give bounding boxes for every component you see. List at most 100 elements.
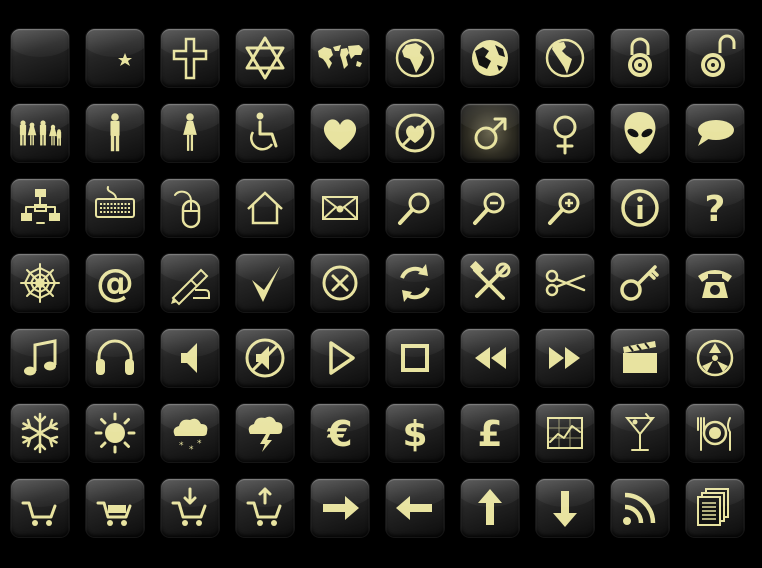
icon-tile-spider-web[interactable]: [11, 254, 69, 312]
at-glyph: @: [96, 261, 134, 305]
icon-tile-crescent-star[interactable]: [86, 29, 144, 87]
icon-tile-family[interactable]: [11, 104, 69, 162]
icon-tile-alien[interactable]: [611, 104, 669, 162]
cart-icon: [21, 501, 57, 526]
info-icon: [621, 189, 659, 227]
icon-tile-padlock-closed[interactable]: [611, 29, 669, 87]
icon-tile-cart-remove[interactable]: [236, 479, 294, 537]
network-icon: [21, 189, 60, 224]
icon-tile-female-symbol[interactable]: [536, 104, 594, 162]
icon-tile-speech-bubble[interactable]: [686, 104, 744, 162]
icon-tile-heart[interactable]: [311, 104, 369, 162]
mouse-icon: [174, 190, 201, 229]
svg-text:*: *: [179, 441, 184, 451]
refresh-icon: [400, 264, 430, 302]
icon-tile-dollar[interactable]: $: [386, 404, 444, 462]
icon-tile-tools[interactable]: [461, 254, 519, 312]
icon-tile-key[interactable]: [611, 254, 669, 312]
icon-tile-mouse[interactable]: [161, 179, 219, 237]
icon-tile-storm-cloud[interactable]: [236, 404, 294, 462]
icon-tile-snow-cloud[interactable]: * * *: [161, 404, 219, 462]
icon-tile-arrow-up[interactable]: [461, 479, 519, 537]
icon-tile-clapperboard[interactable]: [611, 329, 669, 387]
icon-tile-at-sign[interactable]: @: [86, 254, 144, 312]
icon-tile-speaker[interactable]: [161, 329, 219, 387]
icon-tile-male-symbol[interactable]: [461, 104, 519, 162]
icon-tile-sun[interactable]: [86, 404, 144, 462]
icon-tile-rewind[interactable]: [461, 329, 519, 387]
icon-tile-stop[interactable]: [386, 329, 444, 387]
icon-tile-home[interactable]: [236, 179, 294, 237]
alien-icon: [624, 112, 656, 154]
icon-tile-info[interactable]: [611, 179, 669, 237]
icon-tile-globe-africa[interactable]: [386, 29, 444, 87]
cocktail-icon: [624, 413, 656, 451]
icon-tile-cocktail[interactable]: [611, 404, 669, 462]
icon-tile-play[interactable]: [311, 329, 369, 387]
icon-tile-padlock-open[interactable]: [686, 29, 744, 87]
icon-tile-scissors[interactable]: [536, 254, 594, 312]
icon-tile-globe-americas[interactable]: [536, 29, 594, 87]
icon-tile-pound[interactable]: £: [461, 404, 519, 462]
headphones-icon: [96, 339, 134, 375]
icon-tile-envelope[interactable]: [311, 179, 369, 237]
icon-tile-rss-feed[interactable]: [611, 479, 669, 537]
blank-icon: [11, 29, 69, 87]
icon-tile-refresh[interactable]: [386, 254, 444, 312]
arrow-left-icon: [396, 496, 432, 520]
icon-tile-wheelchair[interactable]: [236, 104, 294, 162]
icon-tile-film-reel[interactable]: [686, 329, 744, 387]
fast-forward-icon: [549, 347, 580, 369]
icon-tile-cross[interactable]: [161, 29, 219, 87]
icon-tile-dining[interactable]: [686, 404, 744, 462]
icon-tile-question[interactable]: ?: [686, 179, 744, 237]
play-icon: [329, 341, 355, 375]
icon-tile-world-map[interactable]: [311, 29, 369, 87]
speech-bubble-icon: [698, 120, 734, 146]
icon-tile-arrow-right[interactable]: [311, 479, 369, 537]
zoom-out-icon: [473, 192, 505, 225]
icon-tile-headphones[interactable]: [86, 329, 144, 387]
icon-tile-music-note[interactable]: [11, 329, 69, 387]
icon-tile-cart[interactable]: [11, 479, 69, 537]
icon-tile-woman[interactable]: [161, 104, 219, 162]
padlock-open-icon: [701, 34, 736, 77]
arrow-up-icon: [478, 489, 502, 525]
cart-full-icon: [96, 501, 132, 526]
icon-tile-network[interactable]: [11, 179, 69, 237]
icon-tile-fast-forward[interactable]: [536, 329, 594, 387]
icon-tile-cart-full[interactable]: [86, 479, 144, 537]
question-icon: ?: [705, 189, 726, 230]
icon-tile-cancel-circle[interactable]: [311, 254, 369, 312]
icon-tile-blank[interactable]: [11, 29, 69, 87]
icon-tile-line-chart[interactable]: [536, 404, 594, 462]
icon-tile-snowflake[interactable]: [11, 404, 69, 462]
icon-tile-arrow-left[interactable]: [386, 479, 444, 537]
question-glyph: ?: [705, 189, 726, 230]
icon-tile-euro[interactable]: €: [311, 404, 369, 462]
film-reel-icon: [696, 339, 734, 377]
icon-tile-cart-add[interactable]: [161, 479, 219, 537]
icon-tile-globe-asia[interactable]: [461, 29, 519, 87]
line-chart-icon: [547, 417, 583, 449]
icon-tile-keyboard[interactable]: [86, 179, 144, 237]
icon-tile-arrow-down[interactable]: [536, 479, 594, 537]
icon-tile-pen-hand[interactable]: [161, 254, 219, 312]
male-symbol-icon: [474, 117, 507, 150]
icon-tile-documents[interactable]: [686, 479, 744, 537]
globe-africa-icon: [395, 38, 435, 78]
icon-tile-no-love[interactable]: [386, 104, 444, 162]
key-icon: [620, 265, 659, 301]
icon-tile-zoom-in[interactable]: [536, 179, 594, 237]
icon-tile-magnifier[interactable]: [386, 179, 444, 237]
icon-tile-checkmark[interactable]: [236, 254, 294, 312]
icon-tile-telephone[interactable]: [686, 254, 744, 312]
music-note-icon: [24, 339, 57, 376]
icon-tile-zoom-out[interactable]: [461, 179, 519, 237]
icon-tile-star-of-david[interactable]: [236, 29, 294, 87]
arrow-down-icon: [553, 491, 577, 527]
storm-cloud-icon: [248, 416, 283, 452]
icon-tile-man[interactable]: [86, 104, 144, 162]
icon-tile-mute[interactable]: [236, 329, 294, 387]
spider-web-icon: [20, 263, 60, 303]
